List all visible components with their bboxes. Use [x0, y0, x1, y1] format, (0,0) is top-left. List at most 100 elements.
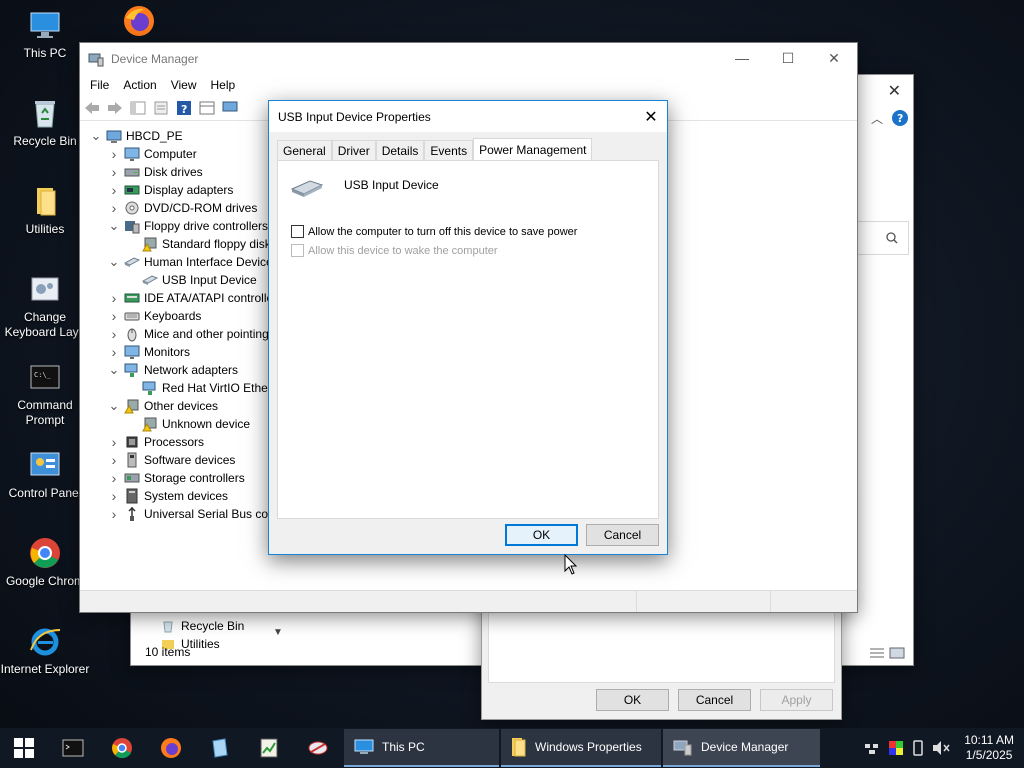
taskbar-window-device-manager[interactable]: Device Manager: [663, 729, 820, 767]
minimize-button[interactable]: —: [719, 43, 765, 73]
close-button[interactable]: ✕: [811, 43, 857, 73]
hid-device-icon: [290, 180, 324, 197]
status-pane-2: [637, 591, 771, 612]
forward-arrow-icon[interactable]: [106, 99, 124, 117]
menu-bar: File Action View Help: [80, 74, 857, 96]
chevron-right-icon[interactable]: ›: [108, 452, 120, 468]
internet-explorer-icon: [30, 628, 61, 656]
storage-icon: [124, 473, 140, 483]
folder-icon: [37, 188, 56, 216]
taskbar-network-tool[interactable]: [293, 728, 342, 768]
desktop-icon-utilities[interactable]: Utilities: [0, 184, 90, 237]
tab-general[interactable]: General: [277, 140, 332, 160]
start-button[interactable]: [0, 728, 48, 768]
tree-node-label: Software devices: [144, 453, 236, 467]
menu-action[interactable]: Action: [116, 78, 163, 92]
large-icons-view-icon[interactable]: [889, 647, 905, 659]
chevron-right-icon[interactable]: ›: [108, 488, 120, 504]
checkbox-box[interactable]: [291, 225, 304, 238]
chevron-right-icon[interactable]: ›: [108, 506, 120, 522]
chevron-down-icon[interactable]: ⌄: [108, 219, 120, 232]
taskbar-window-windows-properties[interactable]: Windows Properties: [501, 729, 661, 767]
chevron-right-icon[interactable]: ›: [108, 290, 120, 306]
device-manager-icon: [88, 53, 104, 66]
network-status-icon[interactable]: [864, 740, 880, 756]
desktop-icon-control-panel[interactable]: Control Panel: [0, 448, 90, 501]
chevron-right-icon[interactable]: ›: [108, 470, 120, 486]
chevron-down-icon[interactable]: ⌄: [108, 399, 120, 412]
allow-wake-checkbox[interactable]: Allow this device to wake the computer: [291, 244, 498, 257]
chevron-right-icon[interactable]: ›: [108, 182, 120, 198]
taskbar-window-this-pc[interactable]: This PC: [344, 729, 499, 767]
tab-power-management[interactable]: Power Management: [473, 138, 593, 160]
help-icon[interactable]: ?: [175, 99, 193, 117]
chevron-right-icon[interactable]: ›: [108, 146, 120, 162]
taskbar-chrome[interactable]: [97, 728, 146, 768]
control-panel-icon: [30, 452, 60, 476]
maximize-button[interactable]: ☐: [765, 43, 811, 73]
dialog-titlebar[interactable]: USB Input Device Properties ✕: [269, 101, 667, 132]
desktop-icon-firefox[interactable]: [94, 4, 184, 42]
menu-file[interactable]: File: [83, 78, 116, 92]
chevron-right-icon[interactable]: ›: [108, 308, 120, 324]
usb-icon: [128, 506, 136, 521]
properties-icon[interactable]: [152, 99, 170, 117]
chevron-right-icon[interactable]: ›: [108, 344, 120, 360]
scan-hardware-icon[interactable]: [221, 99, 239, 117]
taskbar-notepad[interactable]: [195, 728, 244, 768]
dvd-icon: [125, 201, 139, 215]
details-view-icon[interactable]: [869, 647, 885, 659]
color-picker-icon[interactable]: [888, 740, 904, 756]
ok-button[interactable]: OK: [596, 689, 669, 711]
allow-turn-off-checkbox[interactable]: Allow the computer to turn off this devi…: [291, 225, 577, 238]
chevron-right-icon[interactable]: ›: [108, 200, 120, 216]
menu-help[interactable]: Help: [204, 78, 243, 92]
hid-icon: [142, 275, 158, 285]
cancel-button[interactable]: Cancel: [586, 524, 659, 546]
show-hide-tree-icon[interactable]: [129, 99, 147, 117]
tree-node-label: Display adapters: [144, 183, 234, 197]
chevron-right-icon[interactable]: ›: [108, 434, 120, 450]
desktop-icon-recycle-bin[interactable]: Recycle Bin: [0, 96, 90, 149]
scroll-down-arrow[interactable]: ▼: [273, 627, 283, 638]
nav-item-recycle-bin[interactable]: Recycle Bin: [131, 615, 287, 637]
usb-eject-icon[interactable]: [912, 740, 924, 756]
tab-events[interactable]: Events: [424, 140, 474, 160]
back-arrow-icon[interactable]: [83, 99, 101, 117]
apply-button[interactable]: Apply: [760, 689, 833, 711]
desktop-icon-change-keyboard-layout[interactable]: Change Keyboard Layo: [0, 272, 90, 340]
volume-muted-icon[interactable]: [932, 740, 950, 756]
keyboard-icon: [124, 312, 140, 321]
usb-input-device-properties-dialog[interactable]: USB Input Device Properties ✕ General Dr…: [268, 100, 668, 555]
chrome-icon: [111, 738, 132, 759]
power-management-panel: USB Input Device Allow the computer to t…: [277, 160, 659, 519]
desktop-icon-command-prompt[interactable]: C:\_ Command Prompt: [0, 360, 90, 428]
desktop-icon-google-chrome[interactable]: Google Chrom: [0, 536, 90, 589]
close-button[interactable]: ✕: [635, 101, 667, 132]
ok-button[interactable]: OK: [505, 524, 578, 546]
menu-view[interactable]: View: [164, 78, 204, 92]
tab-details[interactable]: Details: [375, 140, 425, 160]
chevron-up-icon[interactable]: ︿: [871, 110, 883, 127]
recycle-bin-icon: [163, 621, 173, 633]
taskbar-command-prompt[interactable]: [48, 728, 97, 768]
chevron-right-icon[interactable]: ›: [108, 326, 120, 342]
clock[interactable]: 10:11 AM 1/5/2025: [964, 733, 1014, 763]
chevron-down-icon[interactable]: ⌄: [90, 129, 102, 142]
tab-driver[interactable]: Driver: [331, 140, 376, 160]
help-icon[interactable]: ?: [891, 109, 909, 127]
checkbox-box[interactable]: [291, 244, 304, 257]
taskbar-firefox[interactable]: [146, 728, 195, 768]
hid-icon: [124, 257, 140, 267]
desktop-icon-this-pc[interactable]: This PC: [0, 8, 90, 61]
desktop-icon-internet-explorer[interactable]: Internet Explorer: [0, 624, 90, 677]
dialog-buttons: OK Cancel Apply: [596, 689, 833, 711]
chevron-down-icon[interactable]: ⌄: [108, 363, 120, 376]
chevron-down-icon[interactable]: ⌄: [108, 255, 120, 268]
cancel-button[interactable]: Cancel: [678, 689, 751, 711]
window-title: Device Manager: [111, 51, 199, 66]
taskbar-task-app[interactable]: [244, 728, 293, 768]
view-icon[interactable]: [198, 99, 216, 117]
close-icon[interactable]: ✕: [888, 81, 901, 101]
chevron-right-icon[interactable]: ›: [108, 164, 120, 180]
